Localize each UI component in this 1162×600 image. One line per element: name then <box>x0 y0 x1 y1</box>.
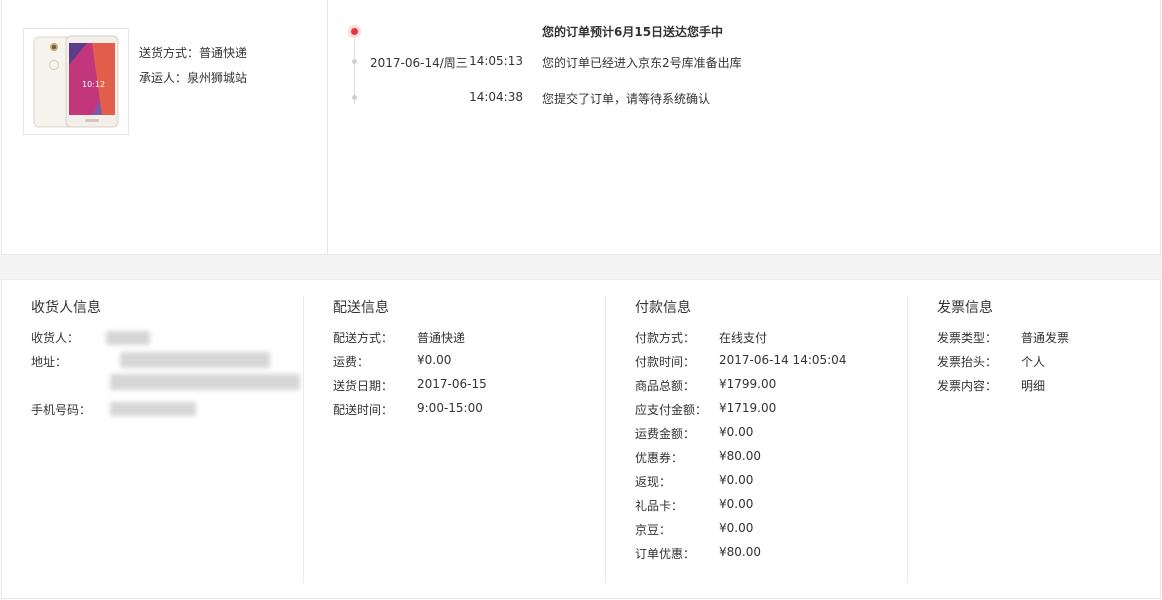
delivery-value: 2017-06-15 <box>417 377 487 391</box>
invoice-value: 明细 <box>1021 379 1046 393</box>
payment-value: ¥80.00 <box>719 545 761 559</box>
payment-value: ¥0.00 <box>719 521 754 535</box>
delivery-section: 配送信息 配送方式： 普通快递 运费： ¥0.00 送货日期： 2017-06-… <box>304 296 606 583</box>
payment-label: 付款时间： <box>635 355 696 369</box>
svg-text:10:12: 10:12 <box>82 80 105 89</box>
invoice-title: 发票信息 <box>937 300 993 316</box>
payment-value: ¥80.00 <box>719 449 761 463</box>
payment-row: 订单优惠： ¥80.00 <box>635 545 905 563</box>
tracking-panel: 10:12 送货方式：普通快递 承运人：泉州狮城站 您的订单预计6月15日送达您… <box>1 0 1161 255</box>
section-divider <box>0 255 1162 280</box>
redacted-name <box>106 331 150 345</box>
payment-value: 在线支付 <box>719 331 768 345</box>
payment-value: ¥0.00 <box>719 497 754 511</box>
payment-label: 运费金额： <box>635 427 696 441</box>
invoice-section: 发票信息 发票类型： 普通发票 发票抬头： 个人 发票内容： 明细 <box>908 296 1162 583</box>
payment-label: 优惠券： <box>635 451 684 465</box>
timeline-event-text: 您的订单已经进入京东2号库准备出库 <box>542 56 742 70</box>
delivery-label: 送货日期： <box>333 379 394 393</box>
payment-label: 应支付金额： <box>635 403 708 417</box>
timeline-event-text: 您提交了订单，请等待系统确认 <box>542 92 711 106</box>
payment-row: 返现： ¥0.00 <box>635 473 905 491</box>
payment-label: 京豆： <box>635 523 672 537</box>
redacted-phone <box>110 402 196 416</box>
payment-row: 京豆： ¥0.00 <box>635 521 905 539</box>
consignee-address-label: 地址： <box>31 355 68 369</box>
payment-label: 返现： <box>635 475 672 489</box>
delivery-title: 配送信息 <box>333 300 389 316</box>
shipping-method: 送货方式：普通快递 <box>139 44 247 61</box>
payment-row: 礼品卡： ¥0.00 <box>635 497 905 515</box>
invoice-value: 普通发票 <box>1021 331 1070 345</box>
payment-row: 运费金额： ¥0.00 <box>635 425 905 443</box>
timeline-time: 14:04:38 <box>469 90 523 104</box>
payment-value: ¥0.00 <box>719 425 754 439</box>
consignee-phone-label: 手机号码： <box>31 403 92 417</box>
payment-label: 订单优惠： <box>635 547 696 561</box>
delivery-row: 配送方式： 普通快递 <box>333 329 603 347</box>
consignee-title: 收货人信息 <box>31 300 101 316</box>
invoice-row: 发票内容： 明细 <box>937 377 1162 395</box>
timeline-current-dot <box>351 28 358 35</box>
payment-row: 优惠券： ¥80.00 <box>635 449 905 467</box>
timeline-track <box>354 34 355 104</box>
payment-row: 付款方式： 在线支付 <box>635 329 905 347</box>
payment-title: 付款信息 <box>635 300 691 316</box>
product-summary: 10:12 送货方式：普通快递 承运人：泉州狮城站 <box>2 0 328 254</box>
payment-value: ¥0.00 <box>719 473 754 487</box>
payment-label: 礼品卡： <box>635 499 684 513</box>
timeline-dot <box>352 59 357 64</box>
delivery-row: 送货日期： 2017-06-15 <box>333 377 603 395</box>
payment-label: 付款方式： <box>635 331 696 345</box>
invoice-row: 发票抬头： 个人 <box>937 353 1162 371</box>
payment-value: ¥1799.00 <box>719 377 777 391</box>
timeline-time: 14:05:13 <box>469 54 523 68</box>
delivery-value: ¥0.00 <box>417 353 452 367</box>
carrier-label: 承运人： <box>139 71 188 85</box>
invoice-label: 发票类型： <box>937 331 998 345</box>
delivery-label: 配送时间： <box>333 403 394 417</box>
payment-row: 应支付金额： ¥1719.00 <box>635 401 905 419</box>
payment-value: ¥1719.00 <box>719 401 777 415</box>
redacted-address <box>120 352 270 368</box>
carrier: 承运人：泉州狮城站 <box>139 69 247 86</box>
payment-section: 付款信息 付款方式： 在线支付 付款时间： 2017-06-14 14:05:0… <box>606 296 908 583</box>
payment-row: 付款时间： 2017-06-14 14:05:04 <box>635 353 905 371</box>
timeline-date: 2017-06-14/周三 <box>370 56 468 70</box>
invoice-row: 发票类型： 普通发票 <box>937 329 1162 347</box>
delivery-value: 9:00-15:00 <box>417 401 483 415</box>
consignee-name-label: 收货人： <box>31 331 80 345</box>
carrier-value: 泉州狮城站 <box>187 71 248 85</box>
payment-label: 商品总额： <box>635 379 696 393</box>
shipping-method-value: 普通快递 <box>199 46 248 60</box>
shipping-method-label: 送货方式： <box>139 46 200 60</box>
delivery-row: 配送时间： 9:00-15:00 <box>333 401 603 419</box>
payment-row: 商品总额： ¥1799.00 <box>635 377 905 395</box>
redacted-address <box>110 374 300 390</box>
delivery-label: 运费： <box>333 355 370 369</box>
delivery-row: 运费： ¥0.00 <box>333 353 603 371</box>
consignee-name-row: 收货人： <box>31 329 301 347</box>
invoice-label: 发票抬头： <box>937 355 998 369</box>
invoice-label: 发票内容： <box>937 379 998 393</box>
delivery-estimate: 您的订单预计6月15日送达您手中 <box>542 25 724 39</box>
phone-product-icon: 10:12 <box>33 35 119 128</box>
delivery-value: 普通快递 <box>417 331 466 345</box>
product-thumbnail[interactable]: 10:12 <box>23 28 129 135</box>
timeline-dot <box>352 95 357 100</box>
tracking-timeline: 您的订单预计6月15日送达您手中 2017-06-14/周三 14:05:13 … <box>329 0 1162 254</box>
invoice-value: 个人 <box>1021 355 1046 369</box>
consignee-section: 收货人信息 收货人： 地址： 手机号码： <box>2 296 304 583</box>
payment-value: 2017-06-14 14:05:04 <box>719 353 847 367</box>
delivery-label: 配送方式： <box>333 331 394 345</box>
order-info-panel: 收货人信息 收货人： 地址： 手机号码： 配送信息 配送方式： 普通快递 运费：… <box>1 280 1161 599</box>
